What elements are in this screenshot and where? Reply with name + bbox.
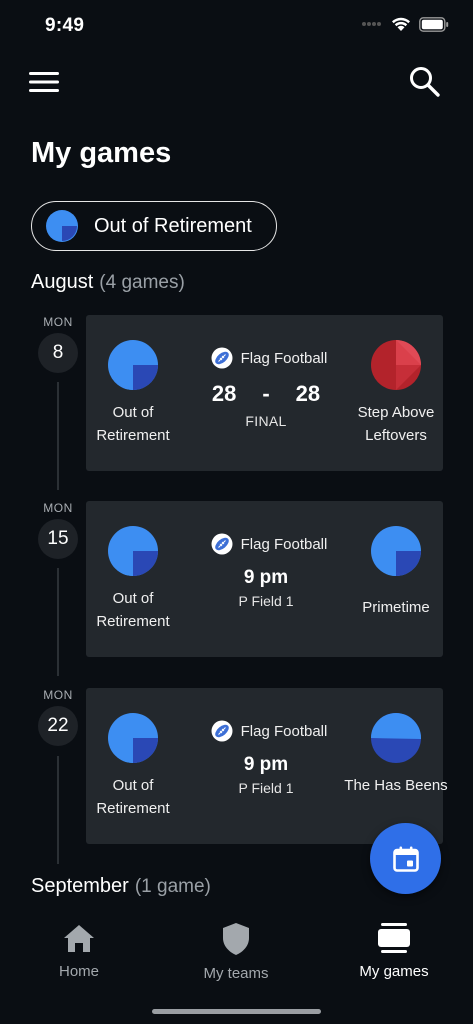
timeline-line: [57, 382, 59, 490]
top-bar: [0, 62, 473, 102]
game-day-of-week: MON: [43, 501, 73, 515]
away-team: The Has Beens: [341, 712, 451, 797]
away-team: Primetime: [341, 525, 451, 619]
away-team-logo-icon: [371, 526, 421, 576]
home-team-name: Out of Retirement: [96, 404, 170, 444]
home-team-logo-icon: [108, 526, 158, 576]
game-sport: Flag Football: [202, 347, 336, 369]
game-sport: Flag Football: [202, 533, 336, 555]
away-team-name: Primetime: [362, 599, 430, 616]
home-team-name: Out of Retirement: [96, 777, 170, 817]
game-sport: Flag Football: [202, 720, 336, 742]
away-team-name: The Has Beens: [344, 777, 448, 794]
battery-icon: [419, 16, 449, 32]
search-button[interactable]: [407, 64, 443, 100]
home-icon: [64, 925, 94, 952]
team-logo-icon: [46, 210, 78, 242]
nav-label: My teams: [203, 965, 269, 982]
game-card[interactable]: Out of Retirement Flag Football 9 pm P F…: [86, 688, 448, 844]
status-time: 9:49: [45, 15, 85, 36]
month-header-august: August (4 games): [31, 271, 185, 294]
football-icon: [211, 347, 233, 369]
game-date: MON 22: [36, 688, 80, 746]
game-details: Flag Football 9 pm P Field 1: [196, 533, 336, 609]
game-status: FINAL: [245, 413, 287, 429]
away-team-name: Step Above Leftovers: [357, 404, 435, 444]
bottom-nav: Home My teams My games: [0, 914, 473, 1024]
month-game-count: (4 games): [99, 272, 185, 293]
status-bar: 9:49: [0, 0, 473, 50]
game-time: 9 pm: [243, 754, 289, 775]
month-game-count: (1 game): [134, 876, 211, 897]
team-filter-label: Out of Retirement: [94, 214, 252, 237]
calendar-icon: [392, 846, 419, 872]
game-day-of-week: MON: [43, 315, 73, 329]
shield-icon: [223, 923, 249, 955]
sport-name: Flag Football: [240, 535, 328, 553]
away-score: 28: [295, 381, 321, 406]
game-date: MON 15: [36, 501, 80, 559]
timeline-line: [57, 568, 59, 676]
timeline-line: [57, 756, 59, 864]
game-day-number: 15: [38, 519, 78, 559]
game-card[interactable]: Out of Retirement Flag Football 9 pm P F…: [86, 501, 443, 657]
football-icon: [211, 720, 233, 742]
score-separator: -: [262, 381, 270, 406]
football-icon: [211, 533, 233, 555]
nav-item-home[interactable]: Home: [19, 922, 139, 980]
home-team-name: Out of Retirement: [96, 590, 170, 630]
game-day-number: 22: [38, 706, 78, 746]
page-title: My games: [31, 137, 172, 169]
nav-item-my-games[interactable]: My games: [334, 922, 454, 980]
cellular-signal-icon: [362, 22, 381, 26]
home-team-logo-icon: [108, 340, 158, 390]
game-venue: P Field 1: [238, 780, 294, 796]
home-team: Out of Retirement: [78, 339, 188, 447]
status-icons: [361, 16, 449, 32]
game-details: Flag Football 9 pm P Field 1: [196, 720, 336, 796]
wifi-icon: [392, 17, 410, 31]
month-header-september: September (1 game): [31, 875, 211, 898]
search-icon: [410, 67, 440, 97]
game-venue: P Field 1: [238, 593, 294, 609]
home-team: Out of Retirement: [78, 712, 188, 820]
game-details: Flag Football 28 - 28 FINAL: [196, 347, 336, 429]
game-score: 28 - 28: [196, 381, 336, 407]
away-team-logo-icon: [371, 340, 421, 390]
calendar-fab-button[interactable]: [370, 823, 441, 894]
game-card[interactable]: Out of Retirement Flag Football 28 - 28 …: [86, 315, 443, 471]
home-indicator[interactable]: [152, 1009, 321, 1014]
game-date: MON 8: [36, 315, 80, 373]
away-team: Step Above Leftovers: [341, 339, 451, 447]
hamburger-menu-icon: [29, 72, 59, 92]
sport-name: Flag Football: [240, 722, 328, 740]
menu-button[interactable]: [28, 68, 62, 96]
home-score: 28: [211, 381, 237, 406]
sport-name: Flag Football: [240, 349, 328, 367]
games-icon: [378, 923, 410, 953]
nav-label: My games: [359, 963, 429, 980]
month-name: August: [31, 271, 94, 293]
game-time: 9 pm: [243, 567, 289, 588]
home-team: Out of Retirement: [78, 525, 188, 633]
away-team-logo-icon: [371, 713, 421, 763]
month-name: September: [31, 875, 129, 897]
game-day-number: 8: [38, 333, 78, 373]
game-day-of-week: MON: [43, 688, 73, 702]
nav-label: Home: [58, 963, 99, 980]
team-filter-chip[interactable]: Out of Retirement: [31, 201, 277, 251]
nav-item-my-teams[interactable]: My teams: [176, 922, 296, 982]
home-team-logo-icon: [108, 713, 158, 763]
